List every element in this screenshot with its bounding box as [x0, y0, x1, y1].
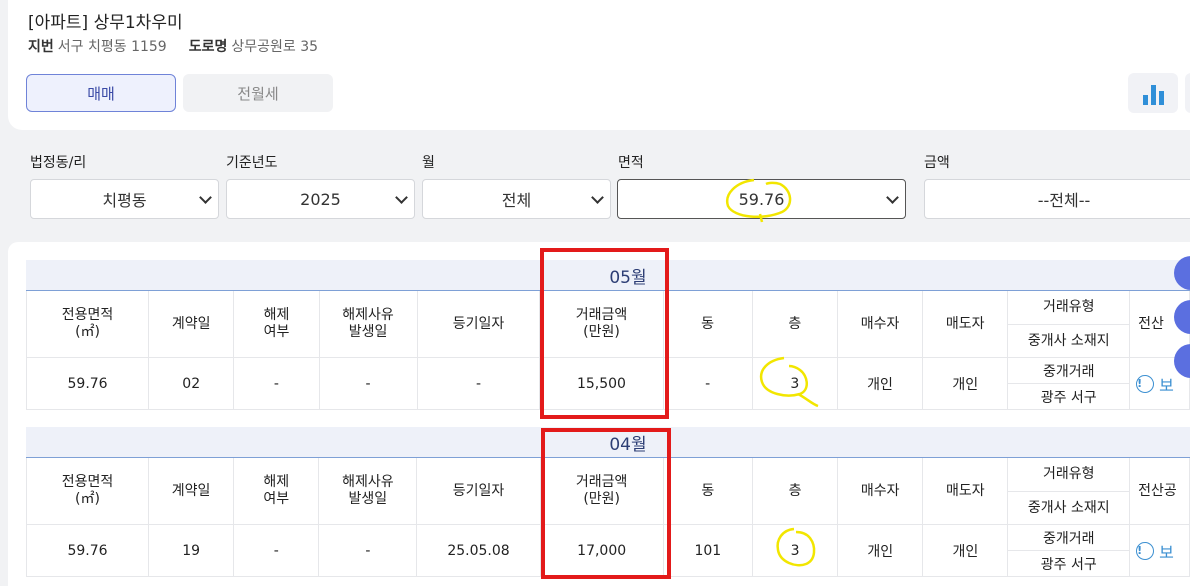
col-floor: 층 [751, 457, 839, 525]
apartment-title: [아파트] 상무1차우미 [28, 13, 183, 33]
filter-label-year: 기준년도 [226, 155, 278, 171]
cell-reg-date: - [416, 357, 541, 410]
cell-seller: 개인 [922, 524, 1009, 577]
price-highlight-box-may [540, 248, 669, 419]
cell-view[interactable]: ! 보 [1129, 524, 1190, 577]
road-value: 상무공원로 35 [231, 39, 319, 55]
view-link[interactable]: ! 보 [1136, 539, 1174, 563]
secondary-toolbar-button[interactable] [1185, 73, 1190, 113]
tab-sale[interactable]: 매매 [26, 74, 176, 112]
col-seller: 매도자 [922, 457, 1009, 525]
col-area: 전용면적 (㎡) [25, 457, 150, 525]
cell-buyer: 개인 [837, 524, 924, 577]
col-deal-type: 거래유형 [1007, 290, 1131, 325]
filter-label-dong: 법정동/리 [30, 155, 87, 171]
col-dong: 동 [662, 290, 753, 358]
info-icon: ! [1136, 541, 1155, 560]
cell-cancel: - [233, 524, 320, 577]
col-last: 전산공 [1129, 457, 1190, 525]
bar-chart-button[interactable] [1128, 73, 1178, 113]
col-cancel-reason: 해제사유 발생일 [318, 457, 418, 525]
area-select-value: 59.76 [738, 189, 785, 209]
cell-agent-location: 광주 서구 [1007, 383, 1131, 410]
month-select[interactable]: 전체 [422, 179, 611, 219]
price-highlight-box-april [541, 428, 671, 579]
col-dong: 동 [662, 457, 753, 525]
col-cancel: 해제 여부 [233, 457, 320, 525]
filter-label-area: 면적 [618, 155, 644, 171]
col-agent-location: 중개사 소재지 [1007, 491, 1131, 525]
col-cancel: 해제 여부 [233, 290, 320, 358]
price-select-value: --전체-- [1037, 191, 1091, 210]
cell-contract-day: 19 [148, 524, 235, 577]
chevron-down-icon [886, 191, 899, 204]
cell-cancel: - [233, 357, 320, 410]
cell-area: 59.76 [25, 524, 150, 577]
col-deal-type: 거래유형 [1007, 457, 1131, 492]
road-label: 도로명 [188, 39, 228, 55]
jibun-label: 지번 [28, 39, 54, 55]
col-floor: 층 [751, 290, 838, 358]
col-seller: 매도자 [922, 290, 1009, 358]
dong-select-value: 치평동 [102, 191, 147, 210]
price-select[interactable]: --전체-- [924, 179, 1190, 219]
filter-label-price: 금액 [924, 155, 950, 171]
cell-deal-type: 중개거래 [1007, 357, 1131, 384]
year-select[interactable]: 2025 [226, 179, 415, 219]
dong-select[interactable]: 치평동 [30, 179, 219, 219]
cell-floor: 3 [751, 357, 838, 410]
col-buyer: 매수자 [836, 290, 924, 358]
info-icon: ! [1136, 374, 1155, 393]
chevron-down-icon [199, 191, 212, 204]
cell-cancel-date: - [318, 357, 418, 410]
cell-agent-location: 광주 서구 [1007, 550, 1131, 577]
cell-dong: - [662, 357, 753, 410]
bar-chart-icon [1142, 95, 1148, 105]
address-line: 지번 서구 치평동 1159 도로명 상무공원로 35 [28, 36, 318, 56]
col-reg-date: 등기일자 [416, 457, 541, 525]
col-reg-date: 등기일자 [416, 290, 541, 358]
jibun-value: 서구 치평동 1159 [57, 39, 167, 55]
tab-rent[interactable]: 전월세 [183, 74, 333, 112]
year-select-value: 2025 [300, 189, 341, 209]
view-link[interactable]: ! 보 [1136, 372, 1174, 396]
chevron-down-icon [591, 191, 604, 204]
cell-floor: 3 [751, 524, 839, 577]
month-select-value: 전체 [501, 191, 532, 210]
cell-area: 59.76 [25, 357, 150, 410]
col-cancel-reason: 해제사유 발생일 [318, 290, 418, 358]
cell-cancel-date: - [318, 524, 418, 577]
cell-deal-type: 중개거래 [1007, 524, 1131, 551]
area-select[interactable]: 59.76 [617, 179, 906, 219]
col-buyer: 매수자 [837, 457, 924, 525]
cell-contract-day: 02 [148, 357, 235, 410]
col-area: 전용면적 (㎡) [25, 290, 150, 358]
cell-buyer: 개인 [836, 357, 924, 410]
col-agent-location: 중개사 소재지 [1007, 324, 1131, 358]
col-contract-day: 계약일 [148, 290, 235, 358]
col-contract-day: 계약일 [148, 457, 235, 525]
cell-dong: 101 [662, 524, 753, 577]
filter-label-month: 월 [422, 155, 435, 171]
cell-seller: 개인 [922, 357, 1009, 410]
cell-reg-date: 25.05.08 [416, 524, 541, 577]
apartment-info-card: [아파트] 상무1차우미 지번 서구 치평동 1159 도로명 상무공원로 35 매매… [8, 0, 1190, 130]
chevron-down-icon [395, 191, 408, 204]
